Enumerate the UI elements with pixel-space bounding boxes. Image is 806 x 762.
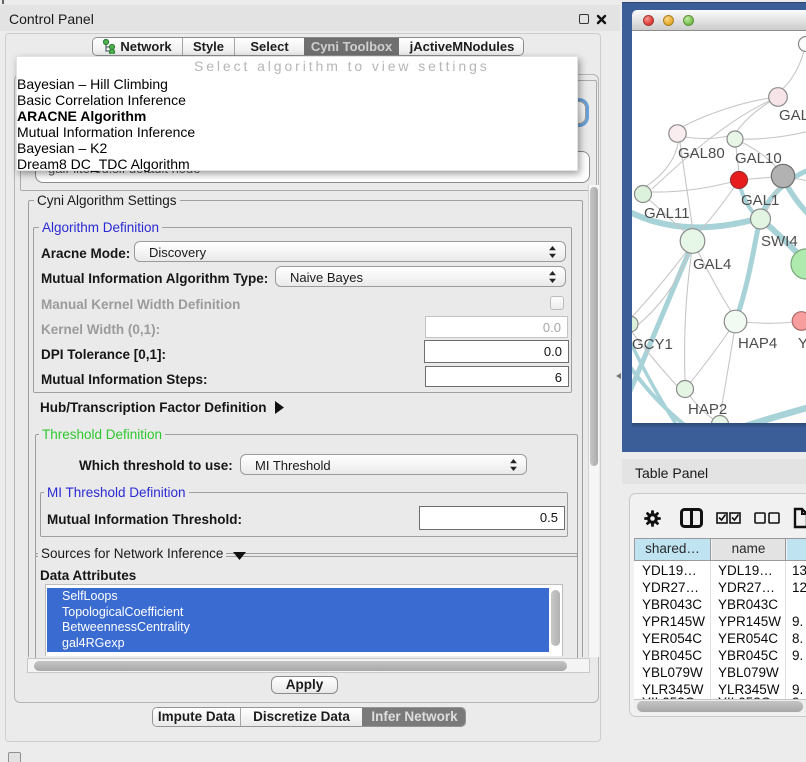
svg-text:GAL80: GAL80 <box>678 145 725 162</box>
svg-text:GAL10: GAL10 <box>735 150 782 167</box>
svg-text:GAL11: GAL11 <box>644 205 690 222</box>
svg-text:GAL2: GAL2 <box>779 107 806 124</box>
svg-text:GAL1: GAL1 <box>741 192 779 209</box>
svg-text:Y: Y <box>798 335 806 352</box>
svg-text:GAL4: GAL4 <box>693 256 731 273</box>
svg-text:GCY1: GCY1 <box>632 336 673 353</box>
svg-text:HAP2: HAP2 <box>688 401 727 418</box>
svg-text:SWI4: SWI4 <box>761 233 798 250</box>
svg-text:HAP4: HAP4 <box>738 335 777 352</box>
